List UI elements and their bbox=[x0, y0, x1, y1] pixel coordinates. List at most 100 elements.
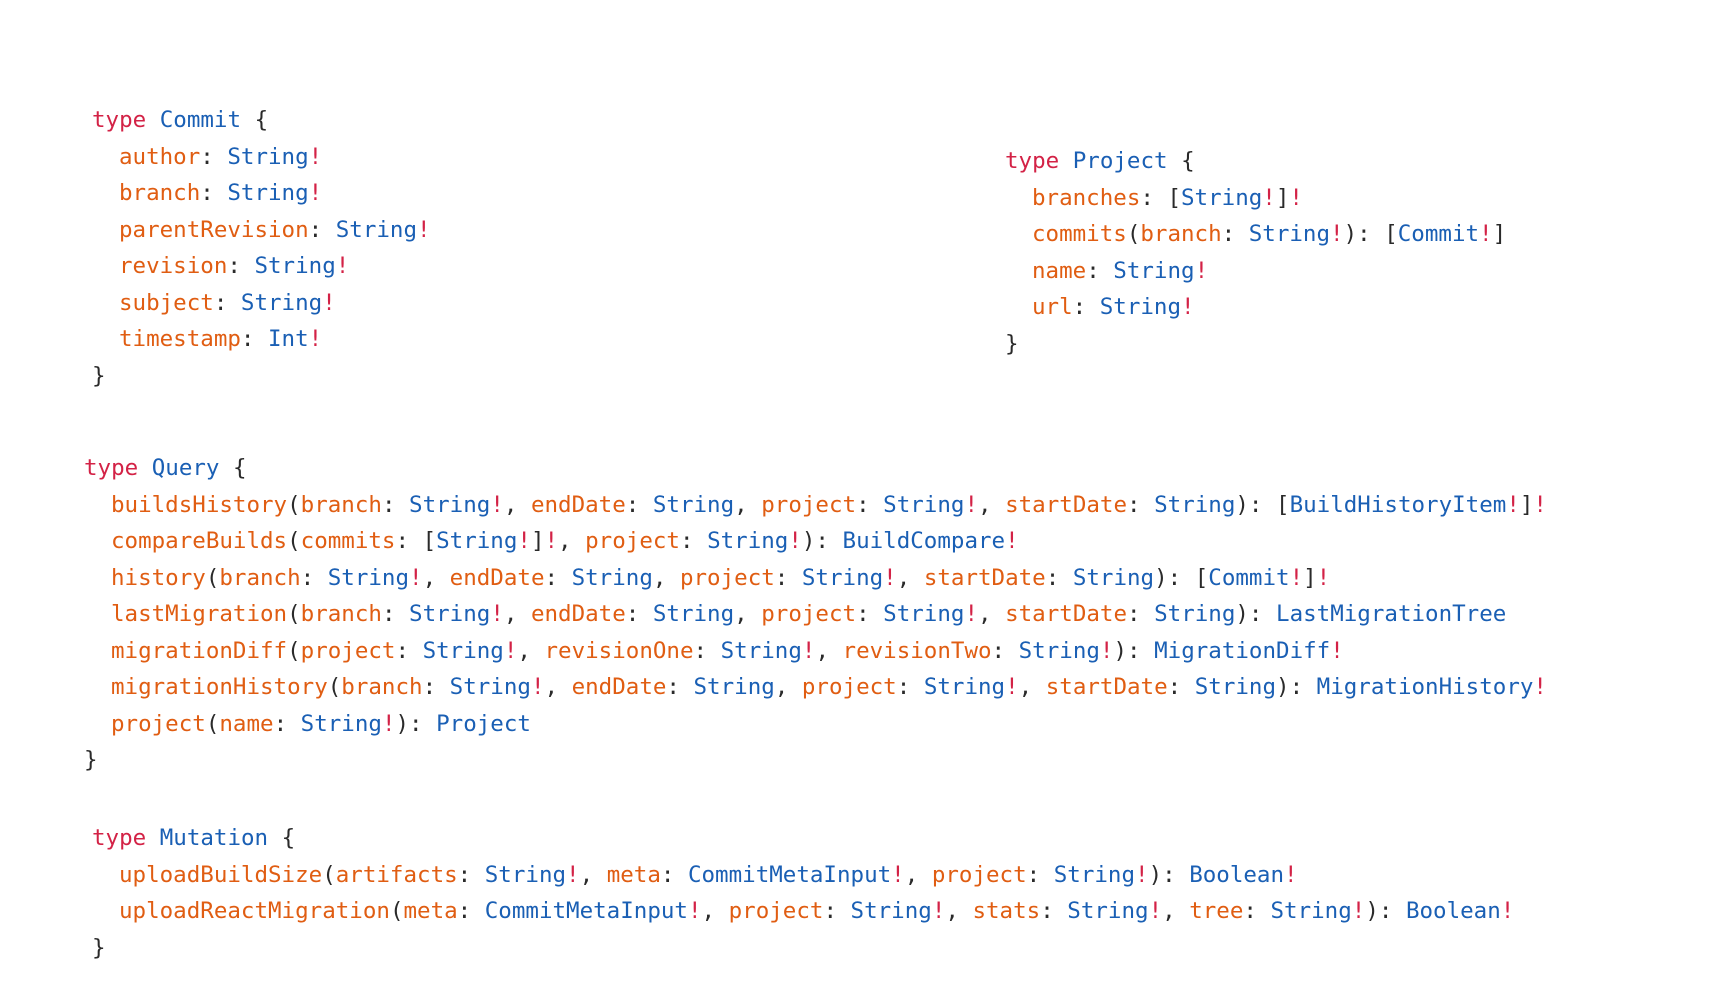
field-name: project bbox=[585, 528, 680, 554]
punctuation: , bbox=[734, 491, 762, 518]
punctuation: : bbox=[200, 143, 228, 170]
field-name: branch bbox=[300, 601, 382, 627]
punctuation: , bbox=[774, 674, 802, 700]
type-name: String bbox=[801, 564, 884, 591]
punctuation: , bbox=[701, 898, 729, 924]
type-name: CommitMetaInput bbox=[484, 898, 688, 924]
punctuation: : bbox=[991, 637, 1019, 664]
field-name: history bbox=[111, 564, 206, 591]
punctuation: ] bbox=[1303, 564, 1317, 591]
type-footer: } bbox=[92, 358, 431, 395]
punctuation: ): [ bbox=[1235, 491, 1290, 518]
field-line: migrationDiff(project: String!, revision… bbox=[84, 633, 1547, 670]
punctuation: : bbox=[1040, 898, 1068, 924]
type-name: String bbox=[1194, 674, 1277, 700]
field-name: stats bbox=[972, 898, 1041, 924]
field-line: branches: [String!]! bbox=[1005, 180, 1506, 217]
punctuation: : bbox=[1072, 294, 1100, 320]
type-name: String bbox=[1053, 861, 1136, 888]
non-null-marker: ! bbox=[335, 253, 350, 279]
non-null-marker: ! bbox=[1099, 637, 1114, 664]
punctuation: ( bbox=[205, 564, 220, 591]
field-name: timestamp bbox=[119, 326, 241, 352]
punctuation: ( bbox=[327, 674, 342, 700]
non-null-marker: ! bbox=[308, 143, 323, 170]
punctuation: : bbox=[240, 326, 269, 352]
field-name: meta bbox=[606, 861, 661, 888]
punctuation: ): bbox=[1365, 898, 1406, 924]
punctuation: : bbox=[1026, 861, 1054, 888]
type-name: Boolean bbox=[1405, 898, 1501, 924]
type-name: LastMigrationTree bbox=[1276, 601, 1507, 627]
punctuation: ): bbox=[1148, 861, 1190, 888]
punctuation: : bbox=[625, 491, 653, 518]
punctuation: ): bbox=[1235, 601, 1277, 627]
punctuation: , bbox=[1018, 674, 1046, 700]
punctuation: , bbox=[1162, 898, 1190, 924]
non-null-marker: ! bbox=[1500, 898, 1515, 924]
punctuation: : bbox=[693, 637, 721, 664]
type-name: String bbox=[571, 564, 653, 591]
punctuation: , bbox=[558, 528, 586, 554]
non-null-marker: ! bbox=[490, 601, 504, 627]
type-name: String bbox=[300, 710, 382, 737]
non-null-marker: ! bbox=[1005, 528, 1019, 554]
punctuation: : bbox=[1221, 221, 1249, 247]
non-null-marker: ! bbox=[308, 180, 323, 206]
punctuation: ] bbox=[1492, 221, 1507, 247]
punctuation: , bbox=[652, 564, 680, 591]
field-name: commits bbox=[300, 528, 396, 554]
field-line: uploadBuildSize(artifacts: String!, meta… bbox=[92, 857, 1514, 894]
type-name: String bbox=[693, 674, 775, 700]
non-null-marker: ! bbox=[964, 601, 978, 627]
field-name: artifacts bbox=[335, 861, 458, 888]
punctuation: : bbox=[823, 898, 851, 924]
non-null-marker: ! bbox=[1479, 221, 1493, 247]
field-name: commits bbox=[1032, 221, 1127, 247]
type-name: String bbox=[1099, 294, 1182, 320]
type-name: String bbox=[1154, 491, 1236, 518]
non-null-marker: ! bbox=[931, 898, 946, 924]
field-name: name bbox=[219, 710, 274, 737]
type-name: String bbox=[409, 601, 491, 627]
close-brace: } bbox=[92, 362, 106, 389]
punctuation: : bbox=[774, 564, 802, 591]
punctuation: : bbox=[300, 564, 328, 591]
punctuation: ): bbox=[1276, 674, 1317, 700]
punctuation: , bbox=[734, 601, 762, 627]
punctuation: : bbox=[896, 674, 924, 700]
type-name: Commit bbox=[1208, 564, 1290, 591]
type-project-block: type Project {branches: [String!]! commit… bbox=[1005, 143, 1506, 362]
non-null-marker: ! bbox=[1284, 861, 1298, 888]
field-line: compareBuilds(commits: [String!]!, proje… bbox=[84, 523, 1547, 560]
type-name: MigrationHistory bbox=[1316, 674, 1534, 700]
field-name: migrationHistory bbox=[111, 674, 328, 700]
non-null-marker: ! bbox=[788, 528, 802, 554]
punctuation: : bbox=[1045, 564, 1073, 591]
punctuation: : bbox=[213, 289, 241, 316]
type-name: String bbox=[1072, 564, 1155, 591]
field-name: url bbox=[1032, 294, 1073, 320]
non-null-marker: ! bbox=[1533, 491, 1547, 518]
punctuation: , bbox=[904, 861, 932, 888]
type-name: Project bbox=[436, 710, 531, 737]
field-name: project bbox=[761, 491, 857, 518]
type-keyword: type bbox=[1005, 148, 1060, 174]
type-name: String bbox=[227, 180, 309, 206]
type-header: type Commit { bbox=[92, 102, 431, 139]
non-null-marker: ! bbox=[964, 491, 978, 518]
type-name: Query bbox=[151, 455, 220, 481]
punctuation: : bbox=[660, 861, 688, 888]
punctuation: ): bbox=[801, 528, 843, 554]
non-null-marker: ! bbox=[517, 528, 531, 554]
type-name: String bbox=[449, 674, 531, 700]
type-query-block: type Query {buildsHistory(branch: String… bbox=[84, 450, 1547, 779]
type-name: String bbox=[883, 601, 965, 627]
punctuation: : bbox=[1243, 898, 1271, 924]
punctuation: ( bbox=[205, 710, 220, 737]
field-name: startDate bbox=[1005, 601, 1128, 627]
